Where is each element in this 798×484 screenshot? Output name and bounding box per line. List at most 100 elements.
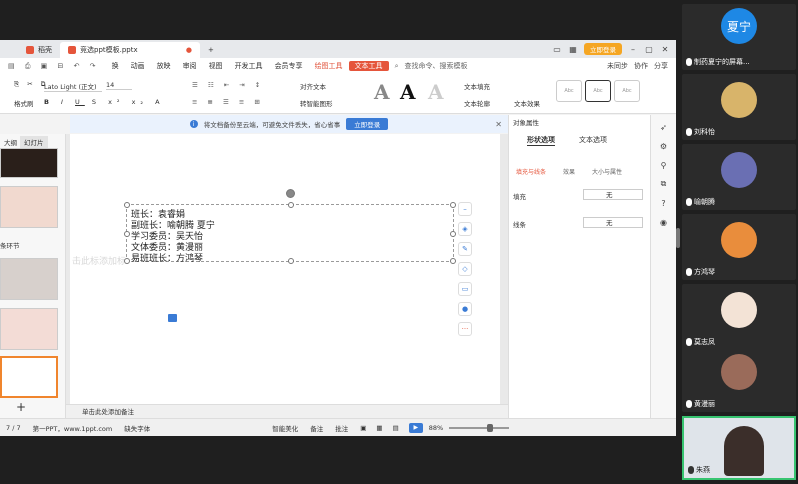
bulb-icon[interactable]: ● <box>458 302 472 316</box>
tab-shape-options[interactable]: 形状选项 <box>527 135 555 146</box>
tab-close-icon[interactable]: ● <box>186 46 192 54</box>
resize-handle[interactable] <box>450 231 456 237</box>
font-size-select[interactable]: 14 <box>106 81 132 90</box>
shape-style-3[interactable]: Abc <box>614 80 640 102</box>
menu-item-view[interactable]: 视图 <box>203 61 229 71</box>
image-placeholder-icon[interactable] <box>168 314 177 322</box>
participant-tile[interactable]: 喻朝腾 <box>682 144 796 210</box>
notes-button[interactable]: 备注 <box>304 423 329 433</box>
smartart-button[interactable]: 转智能图形 <box>300 98 333 108</box>
view-buttons[interactable]: ▣ ▦ ▤ <box>354 424 409 432</box>
slide-canvas[interactable]: 击此标添加标 班长：袁睿娟 副班长：喻朝腾 夏宁 学习委员：吴天怡 文体委员：黄… <box>70 134 500 424</box>
close-infobar-icon[interactable]: ✕ <box>495 120 502 129</box>
tab-slides[interactable]: 幻灯片 <box>20 136 48 148</box>
grid-icon[interactable]: ▦ <box>568 45 578 54</box>
menu-item-animation[interactable]: 动画 <box>125 61 151 71</box>
rocket-icon[interactable]: ➶ <box>657 120 671 134</box>
participant-tile[interactable]: 黄漫丽 <box>682 346 796 412</box>
text-fill-button[interactable]: 文本填充 <box>464 81 490 91</box>
slide-thumbnail[interactable] <box>0 258 58 300</box>
tab-text-options[interactable]: 文本选项 <box>579 135 607 145</box>
tab-home[interactable]: 稻壳 <box>18 42 60 58</box>
zoom-slider[interactable] <box>449 423 510 432</box>
tab-document[interactable]: 竞选ppt模板.pptx ● <box>60 42 200 58</box>
fill-icon[interactable]: ◇ <box>458 262 472 276</box>
self-video-tile[interactable]: 朱燕 <box>682 416 796 480</box>
collab-button[interactable]: 协作 <box>634 61 648 71</box>
text-style-a-1[interactable]: A <box>374 80 390 104</box>
tab-outline[interactable]: 大纲 <box>0 136 21 148</box>
frame-icon[interactable]: ▭ <box>458 282 472 296</box>
text-effect-button[interactable]: 文本效果 <box>514 98 540 108</box>
slide-thumbnail[interactable] <box>0 148 58 178</box>
beautify-button[interactable]: 智能美化 <box>266 423 304 433</box>
text-align-button[interactable]: 对齐文本 <box>300 81 326 91</box>
unsync-button[interactable]: 未同步 <box>607 61 628 71</box>
text-style-a-2[interactable]: A <box>400 80 416 104</box>
slide-thumbnail[interactable] <box>0 308 58 350</box>
format-painter-button[interactable]: 格式刷 <box>14 98 34 108</box>
play-button[interactable]: ▶ <box>408 422 423 433</box>
layout-icon[interactable]: ▭ <box>552 45 562 54</box>
resize-handle[interactable] <box>288 202 294 208</box>
participant-tile[interactable]: 夏宁 制药夏宁的屏幕... <box>682 4 796 70</box>
pin-icon[interactable]: ⚲ <box>657 158 671 172</box>
add-slide-button[interactable]: + <box>16 400 26 414</box>
rotate-handle[interactable] <box>286 189 295 198</box>
restore-icon[interactable]: ▢ <box>644 45 654 54</box>
menu-item-text-tools[interactable]: 文本工具 <box>348 61 389 71</box>
text-style-a-3[interactable]: A <box>428 80 444 104</box>
resize-handle[interactable] <box>288 258 294 264</box>
menu-item-switch[interactable]: 换 <box>106 61 125 71</box>
collapse-icon[interactable]: – <box>458 202 472 216</box>
align-buttons[interactable]: ≡ ≣ ☰ ≡ ⊞ <box>192 98 264 106</box>
close-icon[interactable]: ✕ <box>660 45 670 54</box>
menu-item-member[interactable]: 会员专享 <box>269 61 309 71</box>
subtab-effect[interactable]: 效果 <box>551 167 587 176</box>
login-button[interactable]: 立即登录 <box>584 43 622 55</box>
backup-login-button[interactable]: 立即登录 <box>346 118 389 130</box>
slide-thumbnail-current[interactable] <box>0 356 58 398</box>
slide-thumbnail[interactable] <box>0 186 58 228</box>
resize-handle[interactable] <box>450 258 456 264</box>
text-outline-button[interactable]: 文本轮廓 <box>464 98 490 108</box>
menu-item-drawing-tools[interactable]: 绘图工具 <box>309 61 349 71</box>
new-tab-button[interactable]: + <box>200 42 222 58</box>
subtab-fill-line[interactable]: 填充与线条 <box>513 167 549 176</box>
missing-font-button[interactable]: 缺失字体 <box>118 423 156 433</box>
resize-handle[interactable] <box>124 258 130 264</box>
toolbar-icons[interactable]: ▤ ⎙ ▣ ⊟ ↶ ↷ <box>2 62 106 71</box>
shape-style-1[interactable]: Abc <box>556 80 582 102</box>
pen-icon[interactable]: ✎ <box>458 242 472 256</box>
font-name-select[interactable]: Lato Light (正文) <box>44 81 102 92</box>
resize-handle[interactable] <box>124 231 130 237</box>
more-icon[interactable]: ··· <box>458 322 472 336</box>
notes-bar[interactable]: 单击此处添加备注 <box>66 404 508 419</box>
resize-handle[interactable] <box>450 202 456 208</box>
participant-tile[interactable]: 刘科怡 <box>682 74 796 140</box>
fill-select[interactable]: 无 <box>583 189 643 200</box>
menu-item-review[interactable]: 审阅 <box>177 61 203 71</box>
help-icon[interactable]: ? <box>657 196 671 210</box>
copy-icon[interactable]: ⧉ <box>657 177 671 191</box>
zoom-level[interactable]: 88% <box>423 424 449 432</box>
participant-tile[interactable]: 方鸿琴 <box>682 214 796 280</box>
subtab-size[interactable]: 大小与属性 <box>589 167 625 176</box>
participant-tile[interactable]: 莫志凤 <box>682 284 796 350</box>
menu-item-slideshow[interactable]: 放映 <box>151 61 177 71</box>
font-style-buttons[interactable]: B I U S x² x₂ A <box>44 98 165 106</box>
share-button[interactable]: 分享 <box>654 61 668 71</box>
minimize-icon[interactable]: – <box>628 45 638 54</box>
resize-handle[interactable] <box>124 202 130 208</box>
line-select[interactable]: 无 <box>583 217 643 228</box>
search-command[interactable]: 查找命令、搜索模板 <box>404 61 473 71</box>
zoom-knob[interactable] <box>487 423 494 432</box>
paragraph-buttons[interactable]: ☰ ☷ ⇤ ⇥ ↕ <box>192 81 264 89</box>
settings-icon[interactable]: ⚙ <box>657 139 671 153</box>
comments-button[interactable]: 批注 <box>329 423 354 433</box>
shape-style-2[interactable]: Abc <box>585 80 611 102</box>
selected-textbox[interactable]: 班长：袁睿娟 副班长：喻朝腾 夏宁 学习委员：吴天怡 文体委员：黄漫丽 易班班长… <box>124 189 456 264</box>
location-icon[interactable]: ◉ <box>657 215 671 229</box>
menu-item-devtools[interactable]: 开发工具 <box>229 61 269 71</box>
layers-icon[interactable]: ◈ <box>458 222 472 236</box>
